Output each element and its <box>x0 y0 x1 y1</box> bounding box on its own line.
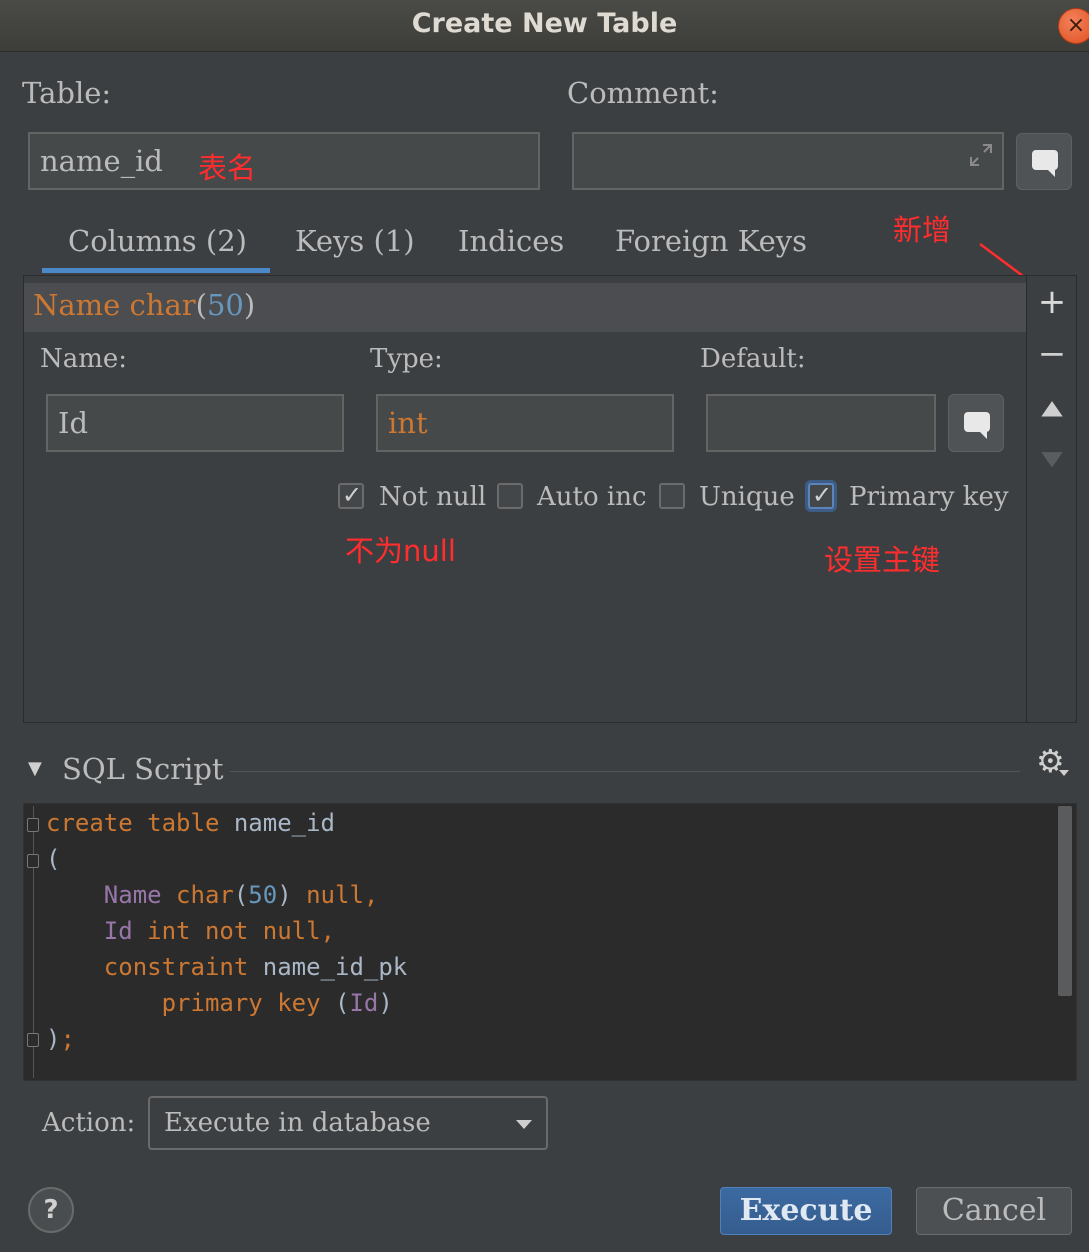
close-button[interactable]: × <box>1058 8 1089 44</box>
column-default-input[interactable] <box>706 394 936 452</box>
column-row-type-text: char <box>129 288 196 322</box>
help-button[interactable]: ? <box>28 1187 74 1233</box>
column-comment-button[interactable] <box>948 394 1004 452</box>
annotation-add: 新增 <box>893 213 952 247</box>
table-name-input[interactable]: name_id <box>28 132 540 190</box>
column-row-label: Name char(50) <box>33 288 255 322</box>
table-name-value: name_id <box>40 144 163 178</box>
annotation-table-name: 表名 <box>198 151 257 185</box>
code-line-7: ); <box>46 1025 75 1053</box>
fold-marker-icon[interactable] <box>27 854 39 868</box>
unique-label: Unique <box>699 482 795 512</box>
primary-key-checkbox[interactable] <box>808 481 834 509</box>
action-selected-value: Execute in database <box>164 1108 431 1138</box>
auto-inc-label: Auto inc <box>537 482 647 512</box>
tab-indices[interactable]: Indices <box>458 224 564 258</box>
comment-editor-button[interactable] <box>1016 133 1072 190</box>
column-name-value: Id <box>58 406 89 440</box>
fold-marker-icon[interactable] <box>27 818 39 832</box>
column-row-paren-open: ( <box>195 288 207 322</box>
column-default-label: Default: <box>700 344 806 374</box>
annotation-primary-key: 设置主键 <box>824 543 941 577</box>
auto-inc-checkbox[interactable] <box>497 483 523 509</box>
sql-section-divider <box>230 771 1020 772</box>
tab-keys[interactable]: Keys (1) <box>295 224 415 258</box>
tab-foreign-keys[interactable]: Foreign Keys <box>615 224 807 258</box>
unique-checkbox[interactable] <box>659 483 685 509</box>
column-row-paren-close: ) <box>243 288 256 322</box>
sql-script-title[interactable]: SQL Script <box>62 752 224 786</box>
column-name-input[interactable]: Id <box>46 394 344 452</box>
table-label: Table: <box>22 76 112 110</box>
fold-marker-icon[interactable] <box>27 1033 39 1047</box>
speech-bubble-icon <box>964 412 990 439</box>
not-null-label: Not null <box>379 482 487 512</box>
column-type-input[interactable]: int <box>376 394 674 452</box>
column-name-label: Name: <box>40 344 128 374</box>
comment-input[interactable] <box>572 132 1004 190</box>
expand-icon[interactable] <box>968 142 994 168</box>
collapse-chevron-icon[interactable]: ▼ <box>28 758 42 779</box>
settings-dropdown-icon[interactable] <box>1059 770 1069 776</box>
close-icon: × <box>1066 13 1086 38</box>
code-line-5: constraint name_id_pk <box>103 953 408 981</box>
code-line-6: primary key (Id) <box>161 989 393 1017</box>
annotation-not-null: 不为null <box>345 534 456 568</box>
not-null-checkbox[interactable] <box>338 481 364 509</box>
column-type-value: int <box>388 406 428 440</box>
tab-columns[interactable]: Columns (2) <box>68 224 247 258</box>
column-row-name-text: Name <box>33 288 121 322</box>
comment-label: Comment: <box>567 76 719 110</box>
column-type-label: Type: <box>370 344 443 374</box>
move-down-icon[interactable]: ▼ <box>1024 443 1080 473</box>
action-select[interactable]: Execute in database <box>148 1096 548 1150</box>
question-icon: ? <box>43 1195 59 1225</box>
column-row-length: 50 <box>206 288 244 322</box>
speech-bubble-icon <box>1032 150 1058 177</box>
panel-divider <box>1026 276 1027 722</box>
window-title: Create New Table <box>411 8 678 39</box>
chevron-down-icon <box>516 1120 532 1129</box>
cancel-button[interactable]: Cancel <box>916 1187 1072 1235</box>
code-line-2: ( <box>46 845 61 873</box>
code-line-4: Id int not null, <box>103 917 335 945</box>
action-label: Action: <box>42 1108 136 1138</box>
add-column-icon[interactable]: + <box>1032 282 1072 322</box>
remove-column-icon[interactable]: − <box>1032 334 1072 374</box>
code-line-3: Name char(50) null, <box>103 881 379 909</box>
primary-key-label: Primary key <box>849 482 1009 512</box>
execute-button[interactable]: Execute <box>720 1187 892 1235</box>
editor-scrollbar[interactable] <box>1058 806 1072 996</box>
active-tab-indicator <box>42 268 270 273</box>
move-up-icon[interactable]: ▲ <box>1024 392 1080 422</box>
code-line-1: create table name_id <box>46 809 335 837</box>
